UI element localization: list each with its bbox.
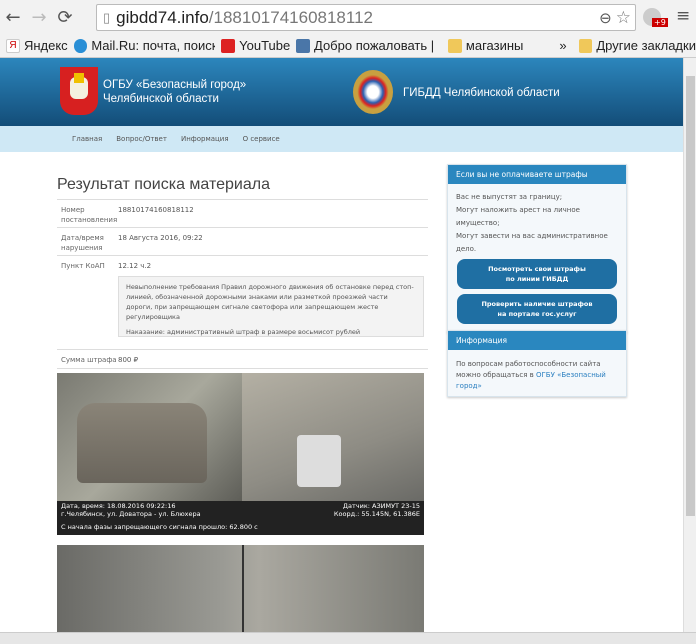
result-section: Результат поиска материала Номер постано… (57, 176, 428, 632)
warning-panel: Если вы не оплачиваете штрафы Вас не вып… (447, 164, 627, 333)
check-fines-gibdd-button[interactable]: Посмотреть свои штрафы по линии ГИБДД (457, 259, 617, 289)
field-label: Сумма штрафа (61, 356, 117, 364)
gibdd-emblem-icon (353, 70, 393, 114)
description-text: Невыполнение требования Правил дорожного… (126, 283, 414, 321)
chelyabinsk-coat-of-arms-icon (60, 67, 98, 115)
table-row: Сумма штрафа 800 ₽ (57, 349, 428, 369)
warning-item: Могут наложить арест на личное имущество… (456, 206, 580, 227)
bookmark-mailru[interactable]: Mail.Ru: почта, поиск (91, 38, 215, 53)
info-panel: Информация По вопросам работоспособности… (447, 330, 627, 397)
back-icon[interactable]: ← (0, 7, 26, 28)
bookmark-other[interactable]: Другие закладки (596, 38, 696, 53)
check-fines-gosuslugi-button[interactable]: Проверить наличие штрафов на портале гос.… (457, 294, 617, 324)
scrollbar-thumb[interactable] (686, 76, 695, 516)
reload-icon[interactable]: ⟳ (52, 7, 78, 28)
field-label: Дата/время нарушения (61, 234, 104, 252)
nav-about[interactable]: О сервисе (243, 135, 280, 143)
violation-description: Невыполнение требования Правил дорожного… (118, 276, 424, 337)
field-label: Номер постановления (61, 206, 118, 224)
violation-photo-2[interactable] (57, 545, 424, 632)
nav-home[interactable]: Главная (72, 135, 102, 143)
forward-icon[interactable]: → (26, 7, 52, 28)
bookmarks-overflow[interactable]: » (559, 38, 566, 53)
yandex-icon: Я (6, 38, 20, 53)
browser-toolbar: ← → ⟳ ▯ gibdd74.info/18810174160818112 ⊖… (0, 0, 696, 34)
field-label: Пункт КоАП (61, 262, 105, 270)
page-icon: ▯ (103, 9, 111, 25)
photo-coords: Коорд.: 55.145N, 61.386E (333, 510, 420, 518)
vk-icon (296, 38, 310, 53)
org-left-title: ОГБУ «Безопасный город» Челябинской обла… (103, 79, 247, 105)
button-label: по линии ГИБДД (505, 275, 569, 283)
table-row: Номер постановления 18810174160818112 (57, 199, 428, 227)
site-header: ОГБУ «Безопасный город» Челябинской обла… (0, 58, 683, 126)
info-panel-title: Информация (448, 331, 626, 350)
zoom-icon[interactable]: ⊖ (599, 9, 612, 27)
warning-item: Вас не выпустят за границу; (456, 193, 563, 201)
warning-item: Могут завести на вас административное де… (456, 232, 608, 253)
mailru-icon (73, 38, 88, 53)
bookmarks-bar: Я Яндекс Mail.Ru: почта, поиск YouTube До… (0, 34, 696, 58)
button-label: Посмотреть свои штрафы (488, 265, 586, 273)
field-value: 12.12 ч.2 (118, 262, 152, 270)
nav-info[interactable]: Информация (181, 135, 229, 143)
menu-icon[interactable]: ≡ (676, 6, 690, 26)
folder-icon (578, 38, 593, 53)
folder-icon (448, 38, 462, 53)
photo-location: г.Челябинск, ул. Доватора - ул. Блюхера (61, 510, 201, 518)
status-bar (0, 632, 696, 644)
violation-photo[interactable]: Дата, время: 18.08.2016 09:22:16 г.Челяби… (57, 373, 424, 535)
field-value: 18 Августа 2016, 09:22 (118, 234, 203, 242)
bookmark-folder-shops[interactable]: магазины (466, 38, 523, 53)
field-value: 18810174160818112 (118, 206, 194, 214)
bookmark-youtube[interactable]: YouTube (239, 38, 290, 53)
extension-badge: +9 (652, 18, 668, 27)
bookmark-vk[interactable]: Добро пожаловать | (314, 38, 434, 53)
scrollbar[interactable] (683, 58, 696, 632)
bookmark-yandex[interactable]: Яндекс (24, 38, 68, 53)
address-bar[interactable]: ▯ gibdd74.info/18810174160818112 ⊖ ☆ (96, 4, 636, 31)
page-title: Результат поиска материала (57, 176, 270, 193)
photo-signal-time: С начала фазы запрещающего сигнала прошл… (61, 523, 258, 531)
web-page: ОГБУ «Безопасный город» Челябинской обла… (0, 58, 683, 632)
url-domain: gibdd74.info (116, 7, 209, 27)
star-icon[interactable]: ☆ (616, 8, 631, 28)
table-row: Пункт КоАП 12.12 ч.2 Невыполнение требов… (57, 255, 428, 349)
penalty-text: Наказание: административный штраф в разм… (126, 328, 361, 336)
youtube-icon (221, 38, 236, 53)
button-label: Проверить наличие штрафов (481, 300, 593, 308)
warning-panel-title: Если вы не оплачиваете штрафы (448, 165, 626, 184)
table-row: Дата/время нарушения 18 Августа 2016, 09:… (57, 227, 428, 255)
photo-datetime: Дата, время: 18.08.2016 09:22:16 (61, 502, 176, 510)
org-right-title: ГИБДД Челябинской области (403, 87, 560, 99)
field-value: 800 ₽ (118, 356, 139, 364)
main-nav: Главная Вопрос/Ответ Информация О сервис… (0, 126, 683, 152)
nav-faq[interactable]: Вопрос/Ответ (116, 135, 167, 143)
url-path: /18810174160818112 (208, 7, 373, 27)
photo-sensor: Датчик: АЗИМУТ 23-15 (342, 502, 420, 510)
button-label: на портале гос.услуг (497, 310, 577, 318)
